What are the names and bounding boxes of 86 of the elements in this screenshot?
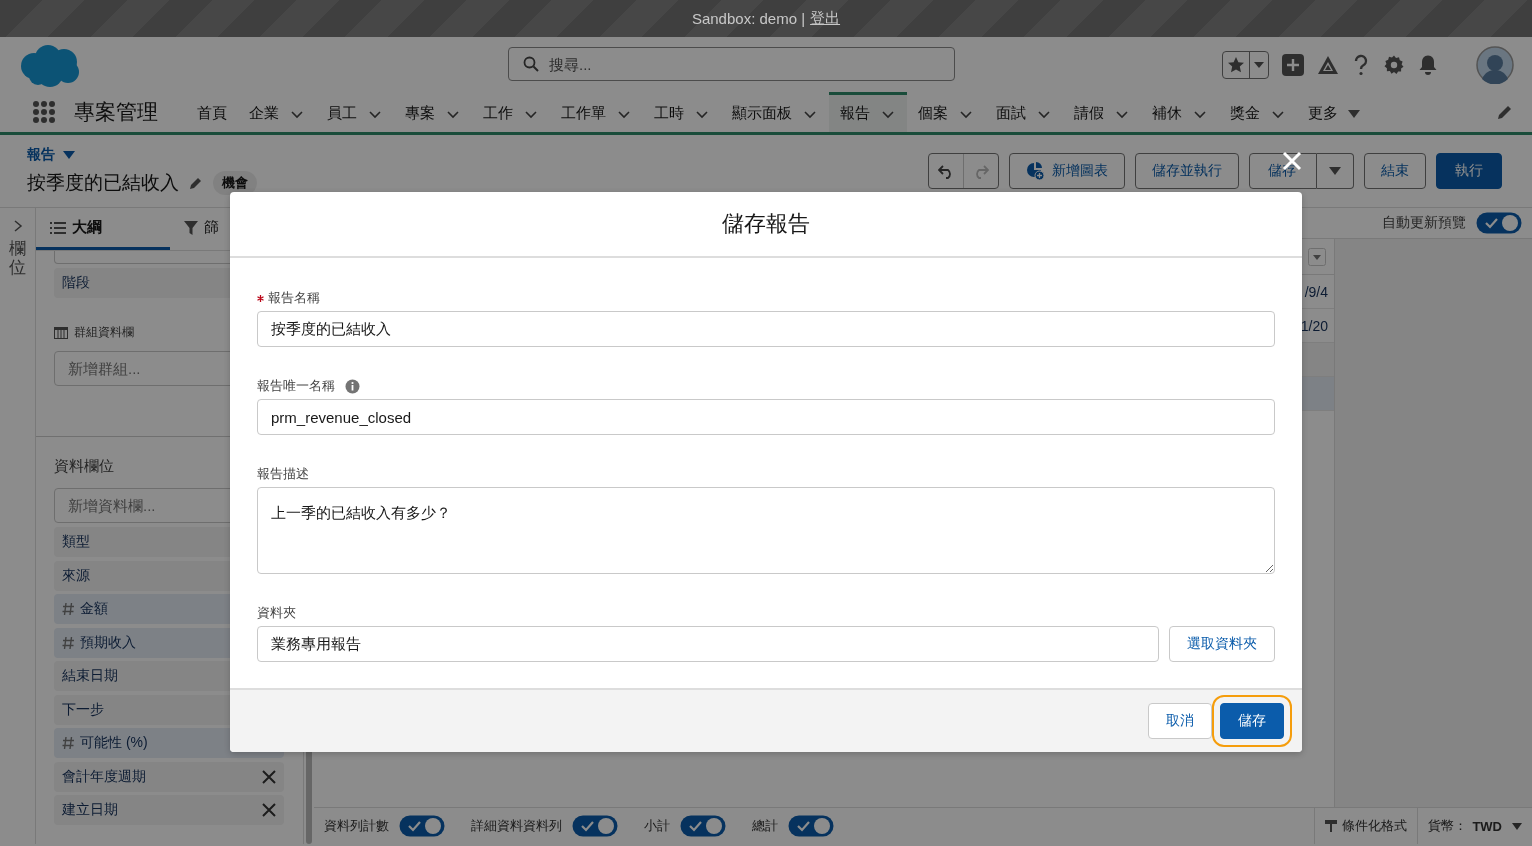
- nav-tab[interactable]: 獎金: [1219, 92, 1297, 132]
- panel-tab[interactable]: 大綱: [36, 208, 170, 250]
- column-item[interactable]: 會計年度週期: [54, 761, 284, 792]
- number-icon: [62, 602, 74, 616]
- dialog-title: 儲存報告: [230, 192, 1302, 258]
- undo-icon[interactable]: [938, 163, 954, 179]
- avatar-icon[interactable]: [1476, 45, 1514, 84]
- caret-down-icon: [1254, 60, 1264, 69]
- info-icon[interactable]: [345, 378, 360, 394]
- filter-icon: [183, 220, 198, 235]
- toolbar-button[interactable]: 結束: [1364, 153, 1426, 189]
- caret-down-icon: [1329, 167, 1341, 175]
- toggle-label: 小計: [644, 817, 670, 835]
- breadcrumb-link[interactable]: 報告: [27, 146, 257, 164]
- select-folder-button[interactable]: 選取資料夾: [1169, 626, 1275, 662]
- close-icon[interactable]: [262, 803, 276, 817]
- text-field[interactable]: 按季度的已結收入: [257, 311, 1275, 347]
- toggle-label: 詳細資料資料列: [471, 817, 562, 835]
- search-icon: [523, 56, 539, 72]
- table-cell: 1/20: [1300, 317, 1328, 334]
- nav-tab[interactable]: 工作單: [550, 92, 643, 132]
- toggle-switch[interactable]: [572, 815, 618, 837]
- nav-tab[interactable]: 面試: [985, 92, 1063, 132]
- caret-down-icon: [1348, 109, 1360, 118]
- list-icon: [50, 221, 66, 234]
- nav-tab[interactable]: 個案: [907, 92, 985, 132]
- toggle-label: 自動更新預覽: [1382, 214, 1466, 232]
- notifications-icon[interactable]: [1418, 53, 1438, 76]
- toggle-switch[interactable]: [680, 815, 726, 837]
- column-menu-icon[interactable]: [1308, 247, 1326, 266]
- number-icon: [62, 635, 74, 650]
- edit-icon[interactable]: [189, 176, 203, 190]
- nav-tab[interactable]: 顯示面板: [721, 92, 829, 132]
- text-field[interactable]: prm_revenue_closed: [257, 399, 1275, 435]
- currency-label: 貨幣：: [1428, 817, 1468, 835]
- toggle-switch[interactable]: [399, 815, 445, 837]
- nav-tab[interactable]: 更多: [1297, 92, 1371, 132]
- save-menu-button[interactable]: [1317, 153, 1354, 189]
- add-icon[interactable]: [1282, 53, 1304, 76]
- currency-picker[interactable]: TWD: [1472, 818, 1522, 834]
- toggle-switch[interactable]: [1476, 212, 1522, 234]
- report-type-badge: 機會: [213, 171, 257, 195]
- toolbar-button[interactable]: 儲存並執行: [1135, 153, 1239, 189]
- field-label: 報告描述: [257, 465, 309, 483]
- nav-tab[interactable]: 專案: [394, 92, 472, 132]
- caret-down-icon: [1512, 822, 1522, 830]
- nav-tab[interactable]: 工作: [472, 92, 550, 132]
- help-icon[interactable]: [1352, 53, 1370, 76]
- run-button[interactable]: 執行: [1436, 153, 1502, 189]
- report-title: 按季度的已結收入: [27, 171, 179, 195]
- nav-tab[interactable]: 員工: [316, 92, 394, 132]
- section-label: 群組資料欄: [74, 324, 134, 341]
- star-icon: [1227, 55, 1245, 74]
- logout-link[interactable]: 登出: [810, 9, 841, 28]
- favorites-button[interactable]: [1222, 50, 1269, 79]
- column-item[interactable]: 建立日期: [54, 795, 284, 825]
- chevron-right-icon[interactable]: [12, 220, 23, 232]
- section-heading: 資料欄位: [54, 457, 114, 476]
- number-icon: [62, 736, 74, 750]
- nav-tab[interactable]: 首頁: [186, 92, 238, 132]
- nav-tab[interactable]: 補休: [1141, 92, 1219, 132]
- conditional-format-button[interactable]: 條件化格式: [1325, 817, 1408, 835]
- paint-roller-icon: [1325, 820, 1338, 832]
- chart-plus-icon: [1026, 162, 1044, 180]
- nav-tab[interactable]: 工時: [643, 92, 721, 132]
- toggle-label: 總計: [752, 817, 778, 835]
- toggle-label: 資料列計數: [324, 817, 389, 835]
- nav-tab[interactable]: 報告: [829, 92, 907, 132]
- description-field[interactable]: 上一季的已結收入有多少？: [257, 487, 1275, 574]
- folder-field[interactable]: 業務專用報告: [257, 626, 1159, 662]
- nav-tab[interactable]: 請假: [1063, 92, 1141, 132]
- app-name: 專案管理: [74, 99, 158, 125]
- sandbox-label: Sandbox: demo |: [691, 10, 806, 27]
- settings-icon[interactable]: [1383, 53, 1405, 76]
- close-icon[interactable]: [262, 769, 276, 784]
- cancel-button[interactable]: 取消: [1148, 703, 1212, 739]
- nav-tab[interactable]: 企業: [238, 92, 316, 132]
- search-field[interactable]: 搜尋...: [508, 47, 955, 81]
- edit-icon[interactable]: [1496, 103, 1514, 121]
- table-cell: /9/4: [1304, 283, 1328, 300]
- app-launcher-icon[interactable]: [32, 100, 56, 124]
- fields-panel-label: 欄位: [9, 240, 26, 278]
- toggle-switch[interactable]: [788, 815, 834, 837]
- caret-down-icon: [63, 151, 75, 159]
- columns-icon: [54, 326, 68, 339]
- add-chart-button[interactable]: 新增圖表: [1009, 153, 1125, 189]
